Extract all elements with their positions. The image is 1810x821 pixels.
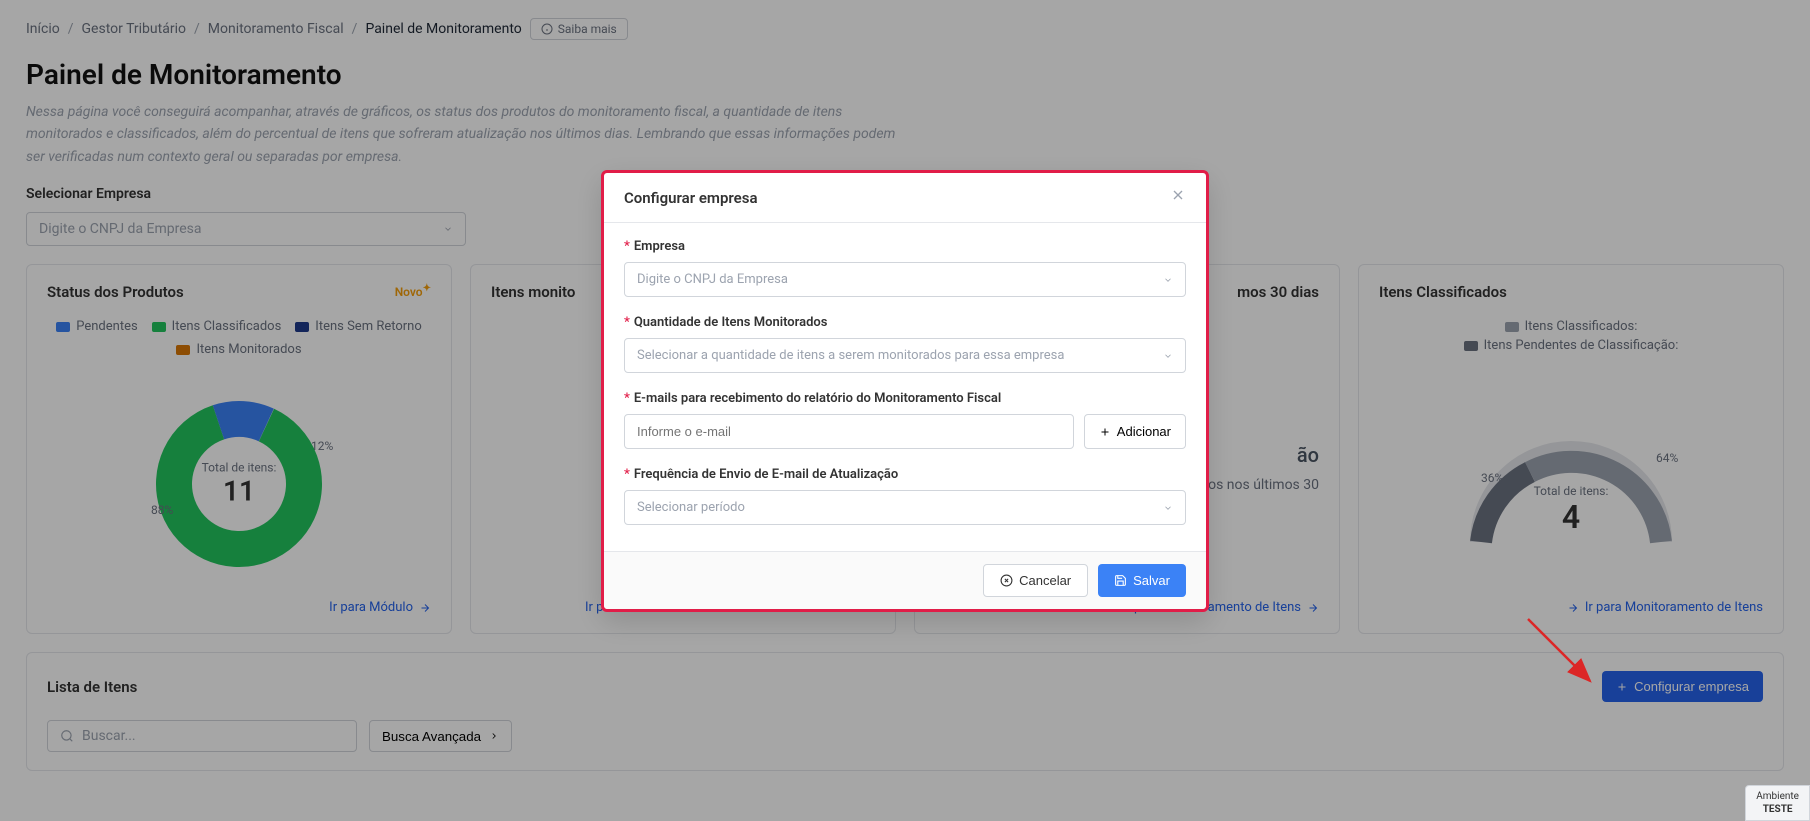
env-label: Ambiente xyxy=(1756,790,1799,803)
empresa-select[interactable]: Digite o CNPJ da Empresa xyxy=(624,262,1186,297)
emails-label: *E-mails para recebimento do relatório d… xyxy=(624,391,1186,406)
modal-footer: Cancelar Salvar xyxy=(604,551,1206,609)
add-email-button[interactable]: Adicionar xyxy=(1084,414,1186,449)
modal-header: Configurar empresa xyxy=(604,173,1206,223)
freq-placeholder: Selecionar período xyxy=(637,500,745,515)
freq-label: *Frequência de Envio de E-mail de Atuali… xyxy=(624,467,1186,482)
qty-label: *Quantidade de Itens Monitorados xyxy=(624,315,1186,330)
email-input[interactable] xyxy=(624,414,1074,449)
environment-badge: Ambiente TESTE xyxy=(1745,785,1810,821)
modal-close-button[interactable] xyxy=(1170,187,1186,208)
env-value: TESTE xyxy=(1756,803,1799,816)
chevron-down-icon xyxy=(1163,351,1173,361)
plus-icon xyxy=(1099,426,1111,438)
cancel-button[interactable]: Cancelar xyxy=(983,564,1088,597)
save-icon xyxy=(1114,574,1127,587)
empresa-label: *Empresa xyxy=(624,239,1186,254)
save-button[interactable]: Salvar xyxy=(1098,564,1186,597)
cancel-icon xyxy=(1000,574,1013,587)
freq-select[interactable]: Selecionar período xyxy=(624,490,1186,525)
qty-select[interactable]: Selecionar a quantidade de itens a serem… xyxy=(624,338,1186,373)
empresa-placeholder: Digite o CNPJ da Empresa xyxy=(637,272,788,287)
qty-placeholder: Selecionar a quantidade de itens a serem… xyxy=(637,348,1064,363)
chevron-down-icon xyxy=(1163,503,1173,513)
config-company-modal: Configurar empresa *Empresa Digite o CNP… xyxy=(601,170,1209,612)
close-icon xyxy=(1170,187,1186,203)
chevron-down-icon xyxy=(1163,275,1173,285)
modal-title: Configurar empresa xyxy=(624,189,758,207)
modal-body: *Empresa Digite o CNPJ da Empresa *Quant… xyxy=(604,223,1206,551)
